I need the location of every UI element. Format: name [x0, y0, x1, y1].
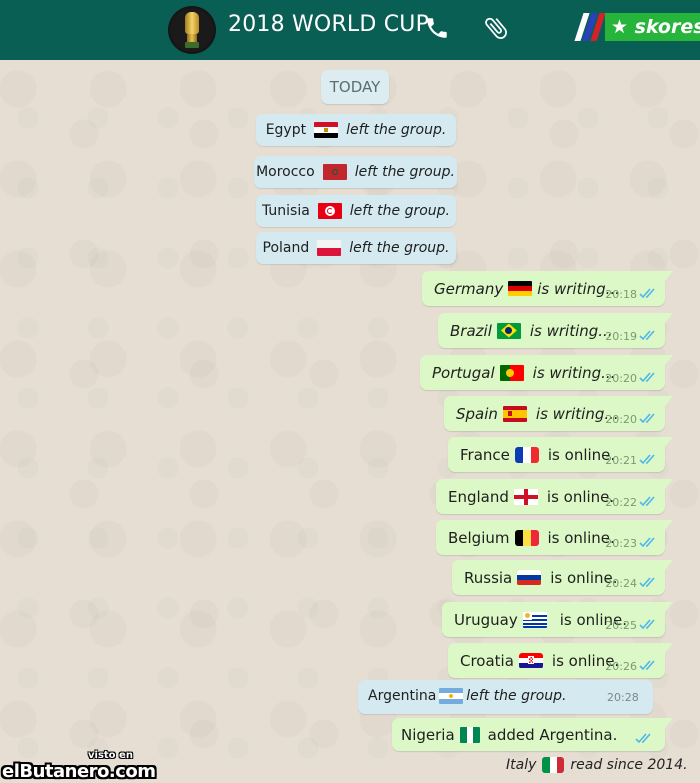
outgoing-message[interactable]: Nigeria added Argentina. — [392, 718, 673, 751]
message-text: is writing... — [529, 321, 613, 340]
country-name: Russia — [464, 568, 513, 587]
outgoing-message[interactable]: Croatia is online. 20:26 — [448, 643, 673, 678]
message-time: 20:20 — [605, 372, 637, 385]
portugal-flag-icon — [499, 364, 524, 381]
double-check-icon — [639, 454, 655, 465]
italy-flag-icon — [542, 757, 565, 773]
group-title[interactable]: 2018 WORLD CUP — [228, 12, 429, 37]
country-name: Italy — [506, 757, 537, 773]
watermark-big: elButanero.com — [2, 761, 156, 782]
country-name: Egypt — [265, 122, 307, 138]
outgoing-message[interactable]: England is online. 20:22 — [436, 479, 673, 514]
message-text: left the group. — [346, 122, 447, 138]
chat-header: 2018 WORLD CUP ★ skores — [0, 0, 700, 62]
system-message: Tunisia left the group. — [256, 195, 456, 227]
tunisia-flag-icon — [317, 203, 342, 219]
nigeria-flag-icon — [459, 726, 480, 743]
skores-logo: ★ skores — [573, 13, 700, 41]
message-text: is online. — [546, 487, 615, 506]
outgoing-message[interactable]: Uruguay is online. 20:25 — [442, 602, 673, 637]
message-time: 20:18 — [605, 288, 637, 301]
country-name: Morocco — [256, 164, 315, 180]
trophy-icon — [185, 12, 199, 48]
morocco-flag-icon — [322, 164, 347, 180]
egypt-flag-icon — [314, 122, 339, 138]
country-name: Brazil — [450, 321, 492, 340]
double-check-icon — [639, 330, 655, 341]
outgoing-message[interactable]: Germany is writing... 20:18 — [422, 271, 673, 306]
message-time: 20:23 — [605, 537, 637, 550]
system-message: Argentina left the group. 20:28 — [358, 680, 653, 714]
paperclip-icon[interactable] — [482, 14, 510, 42]
country-name: Tunisia — [261, 203, 310, 219]
outgoing-message[interactable]: Spain is writing... 20:20 — [444, 396, 673, 431]
country-name: Argentina — [368, 688, 437, 704]
system-message: Poland left the group. — [256, 232, 456, 264]
message-text: added Argentina. — [487, 725, 618, 744]
double-check-icon — [639, 288, 655, 299]
message-text: left the group. — [349, 203, 451, 219]
double-check-icon — [639, 660, 655, 671]
country-name: Portugal — [432, 363, 495, 382]
watermark-small: visto en — [88, 750, 133, 761]
england-flag-icon — [513, 488, 538, 505]
message-time: 20:20 — [605, 413, 637, 426]
system-message: Morocco left the group. — [254, 156, 457, 188]
belgium-flag-icon — [514, 529, 539, 546]
message-text: left the group. — [354, 164, 455, 180]
message-time: 20:26 — [605, 660, 637, 673]
message-text: left the group. — [349, 240, 450, 256]
outgoing-message[interactable]: Russia is online. 20:24 — [452, 560, 673, 595]
country-name: Spain — [456, 404, 498, 423]
system-message: Egypt left the group. — [256, 114, 456, 146]
message-time: 20:25 — [605, 619, 637, 632]
message-text: read since 2014. — [570, 757, 688, 773]
phone-icon[interactable] — [424, 15, 450, 41]
double-check-icon — [639, 413, 655, 424]
message-text: is writing... — [532, 363, 616, 382]
date-chip: TODAY — [321, 70, 389, 104]
message-time: 20:19 — [605, 330, 637, 343]
double-check-icon — [639, 537, 655, 548]
message-text: left the group. — [466, 688, 567, 704]
country-name: Germany — [434, 279, 504, 298]
outgoing-message[interactable]: Portugal is writing... 20:20 — [420, 355, 673, 390]
message-time: 20:28 — [607, 691, 639, 704]
uruguay-flag-icon — [522, 611, 547, 628]
russia-flag-icon — [517, 569, 542, 586]
brazil-flag-icon — [496, 322, 521, 339]
country-name: England — [448, 487, 509, 506]
message-time: 20:21 — [605, 454, 637, 467]
country-name: Croatia — [460, 651, 514, 670]
spain-flag-icon — [502, 405, 527, 422]
outgoing-message[interactable]: Brazil is writing... 20:19 — [438, 313, 673, 348]
double-check-icon — [639, 372, 655, 383]
double-check-icon — [639, 619, 655, 630]
double-check-icon — [635, 733, 651, 744]
double-check-icon — [639, 496, 655, 507]
outgoing-message[interactable]: Belgium is online. 20:23 — [436, 520, 673, 555]
message-time: 20:22 — [605, 496, 637, 509]
country-name: Nigeria — [401, 725, 455, 744]
group-avatar[interactable] — [168, 6, 216, 54]
germany-flag-icon — [508, 280, 533, 297]
argentina-flag-icon — [439, 688, 464, 704]
message-time: 20:24 — [605, 577, 637, 590]
double-check-icon — [639, 577, 655, 588]
poland-flag-icon — [317, 240, 342, 256]
country-name: Poland — [262, 240, 310, 256]
france-flag-icon — [514, 446, 539, 463]
read-receipt: Italy read since 2014. — [506, 757, 688, 773]
watermark: visto en elButanero.com — [2, 750, 156, 783]
skores-brand: ★ skores — [605, 13, 700, 41]
country-name: France — [460, 445, 510, 464]
outgoing-message[interactable]: France is online. 20:21 — [448, 437, 673, 472]
country-name: Uruguay — [454, 610, 518, 629]
country-name: Belgium — [448, 528, 510, 547]
croatia-flag-icon — [518, 652, 543, 669]
